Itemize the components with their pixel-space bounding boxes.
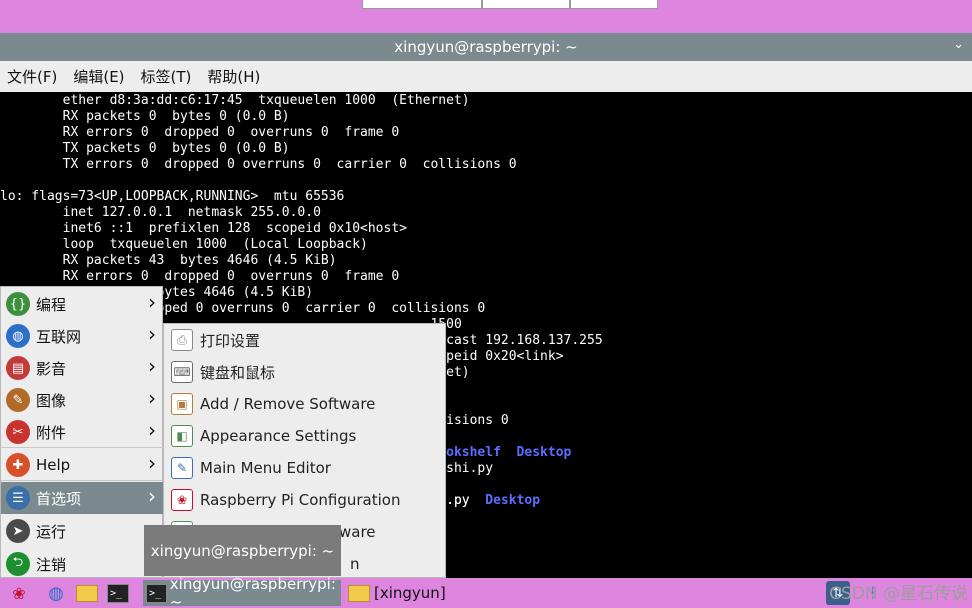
- csdn-watermark: CSDN @星石传说: [829, 584, 968, 604]
- chevron-right-icon: ›: [148, 386, 156, 410]
- start-menu-item[interactable]: ☰ 首选项 ›: [1, 482, 164, 514]
- taskbar-task-file-manager[interactable]: [xingyun]: [344, 580, 504, 606]
- chevron-right-icon: ›: [148, 354, 156, 378]
- help-lifebuoy-icon: ✚: [6, 453, 30, 477]
- terminal-line: lo: flags=73<UP,LOOPBACK,RUNNING> mtu 65…: [0, 189, 345, 204]
- keyboard-mouse-icon: ⌨: [171, 361, 193, 383]
- appearance-icon: ◧: [171, 425, 193, 447]
- window-titlebar[interactable]: xingyun@raspberrypi: ~ ⌄: [0, 33, 972, 61]
- run-icon: ➤: [6, 519, 30, 543]
- terminal-line: inet6 ::1 prefixlen 128 scopeid 0x10<hos…: [0, 221, 407, 236]
- menu-file[interactable]: 文件(F): [0, 66, 65, 87]
- sound-video-icon: ▤: [6, 356, 30, 380]
- preferences-icon: ☰: [6, 486, 30, 510]
- submenu-item[interactable]: ✎ Main Menu Editor: [164, 452, 447, 484]
- printer-icon: ⎙: [171, 329, 193, 351]
- start-menu-item[interactable]: ◍ 互联网 ›: [1, 320, 164, 352]
- terminal-icon: >_: [146, 583, 167, 603]
- package-box-icon: ▣: [171, 393, 193, 415]
- hidden-window-stub: [362, 0, 482, 9]
- programming-icon: {}: [6, 292, 30, 316]
- terminal-line: TX packets 0 bytes 0 (0.0 B): [0, 141, 290, 156]
- raspberry-menu-icon[interactable]: ❀: [7, 581, 31, 605]
- browser-globe-icon[interactable]: ◍: [44, 581, 68, 605]
- start-menu-item[interactable]: ✂ 附件 ›: [1, 416, 164, 448]
- chevron-right-icon: ›: [148, 290, 156, 314]
- raspberry-icon: ❀: [171, 489, 193, 511]
- submenu-item-label: 打印设置: [200, 331, 261, 350]
- terminal-line: RX packets 0 bytes 0 (0.0 B): [0, 109, 290, 124]
- terminal-line: RX errors 0 dropped 0 overruns 0 frame 0: [0, 269, 400, 284]
- chevron-right-icon: ›: [148, 418, 156, 442]
- file-manager-icon[interactable]: [75, 581, 99, 605]
- accessories-knife-icon: ✂: [6, 420, 30, 444]
- start-menu-item-label: 首选项: [36, 489, 82, 508]
- terminal-menubar: 文件(F) 编辑(E) 标签(T) 帮助(H): [0, 61, 972, 92]
- top-panel-strip: [0, 0, 972, 33]
- menu-edit[interactable]: 编辑(E): [65, 66, 132, 87]
- graphics-brush-icon: ✎: [6, 388, 30, 412]
- start-menu-item-label: Help: [36, 456, 71, 474]
- submenu-item[interactable]: ❀ Raspberry Pi Configuration: [164, 484, 447, 516]
- window-title: xingyun@raspberrypi: ~: [394, 38, 578, 56]
- start-menu-item-label: 互联网: [36, 327, 82, 346]
- submenu-item-label: Appearance Settings: [200, 427, 357, 445]
- submenu-item[interactable]: ⎙ 打印设置: [164, 324, 447, 356]
- tooltip-text: xingyun@raspberrypi: ~: [150, 541, 335, 560]
- submenu-item-label: Main Menu Editor: [200, 459, 331, 477]
- directory-highlight: Desktop: [485, 493, 541, 508]
- chevron-right-icon: ›: [148, 484, 156, 508]
- hidden-window-stub: [482, 0, 570, 9]
- taskbar: ❀ ◍ >_ >_ xingyun@raspberrypi: ~ [xingyu…: [0, 575, 972, 608]
- terminal-line: RX packets 43 bytes 4646 (4.5 KiB): [0, 253, 337, 268]
- logout-icon: ⮌: [6, 552, 30, 576]
- menu-editor-icon: ✎: [171, 457, 193, 479]
- start-menu-item-label: 注销: [36, 555, 67, 574]
- submenu-item[interactable]: ◧ Appearance Settings: [164, 420, 447, 452]
- menu-help[interactable]: 帮助(H): [199, 66, 268, 87]
- hidden-window-stub: [570, 0, 658, 9]
- terminal-line: TX errors 0 dropped 0 overruns 0 carrier…: [0, 157, 517, 172]
- taskbar-task-terminal[interactable]: >_ xingyun@raspberrypi: ~: [143, 575, 341, 608]
- terminal-launcher-icon[interactable]: >_: [106, 581, 130, 605]
- submenu-item[interactable]: ⌨ 键盘和鼠标: [164, 356, 447, 388]
- submenu-item-label: ware: [339, 523, 376, 541]
- terminal-line: inet 127.0.0.1 netmask 255.0.0.0: [0, 205, 321, 220]
- start-menu-item-label: 运行: [36, 522, 67, 541]
- start-menu-item-label: 图像: [36, 391, 67, 410]
- terminal-line: loop txqueuelen 1000 (Local Loopback): [0, 237, 368, 252]
- menu-tabs[interactable]: 标签(T): [133, 66, 200, 87]
- submenu-item-label: n: [350, 555, 360, 573]
- taskbar-task-label: [xingyun]: [374, 584, 446, 602]
- submenu-item-label: Raspberry Pi Configuration: [200, 491, 401, 509]
- start-menu: {} 编程 › ◍ 互联网 › ▤ 影音 › ✎ 图像 › ✂ 附件 › ✚ Help › ☰ 首选项 › ➤ 运行 ⮌ 注销: [0, 286, 164, 580]
- start-menu-item[interactable]: ✎ 图像 ›: [1, 384, 164, 416]
- start-menu-item[interactable]: ✚ Help ›: [1, 449, 164, 481]
- chevron-down-icon[interactable]: ⌄: [953, 37, 964, 52]
- terminal-line: ether d8:3a:dd:c6:17:45 txqueuelen 1000 …: [0, 93, 470, 108]
- start-menu-item-label: 编程: [36, 295, 67, 314]
- start-menu-item[interactable]: ➤ 运行: [1, 515, 164, 547]
- start-menu-item[interactable]: {} 编程 ›: [1, 288, 164, 320]
- submenu-item-label: Add / Remove Software: [200, 395, 376, 413]
- start-menu-item[interactable]: ⮌ 注销: [1, 548, 164, 580]
- start-menu-item[interactable]: ▤ 影音 ›: [1, 352, 164, 384]
- taskbar-task-label: xingyun@raspberrypi: ~: [169, 575, 336, 608]
- chevron-right-icon: ›: [148, 322, 156, 346]
- folder-icon: [348, 584, 370, 602]
- submenu-item-label: 键盘和鼠标: [200, 363, 276, 382]
- chevron-right-icon: ›: [148, 451, 156, 475]
- start-menu-item-label: 影音: [36, 359, 67, 378]
- terminal-line: RX errors 0 dropped 0 overruns 0 frame 0: [0, 125, 400, 140]
- directory-highlight: Bookshelf Desktop: [430, 445, 572, 460]
- internet-globe-icon: ◍: [6, 324, 30, 348]
- start-menu-item-label: 附件: [36, 423, 67, 442]
- submenu-item[interactable]: ▣ Add / Remove Software: [164, 388, 447, 420]
- window-tooltip: xingyun@raspberrypi: ~: [144, 525, 341, 576]
